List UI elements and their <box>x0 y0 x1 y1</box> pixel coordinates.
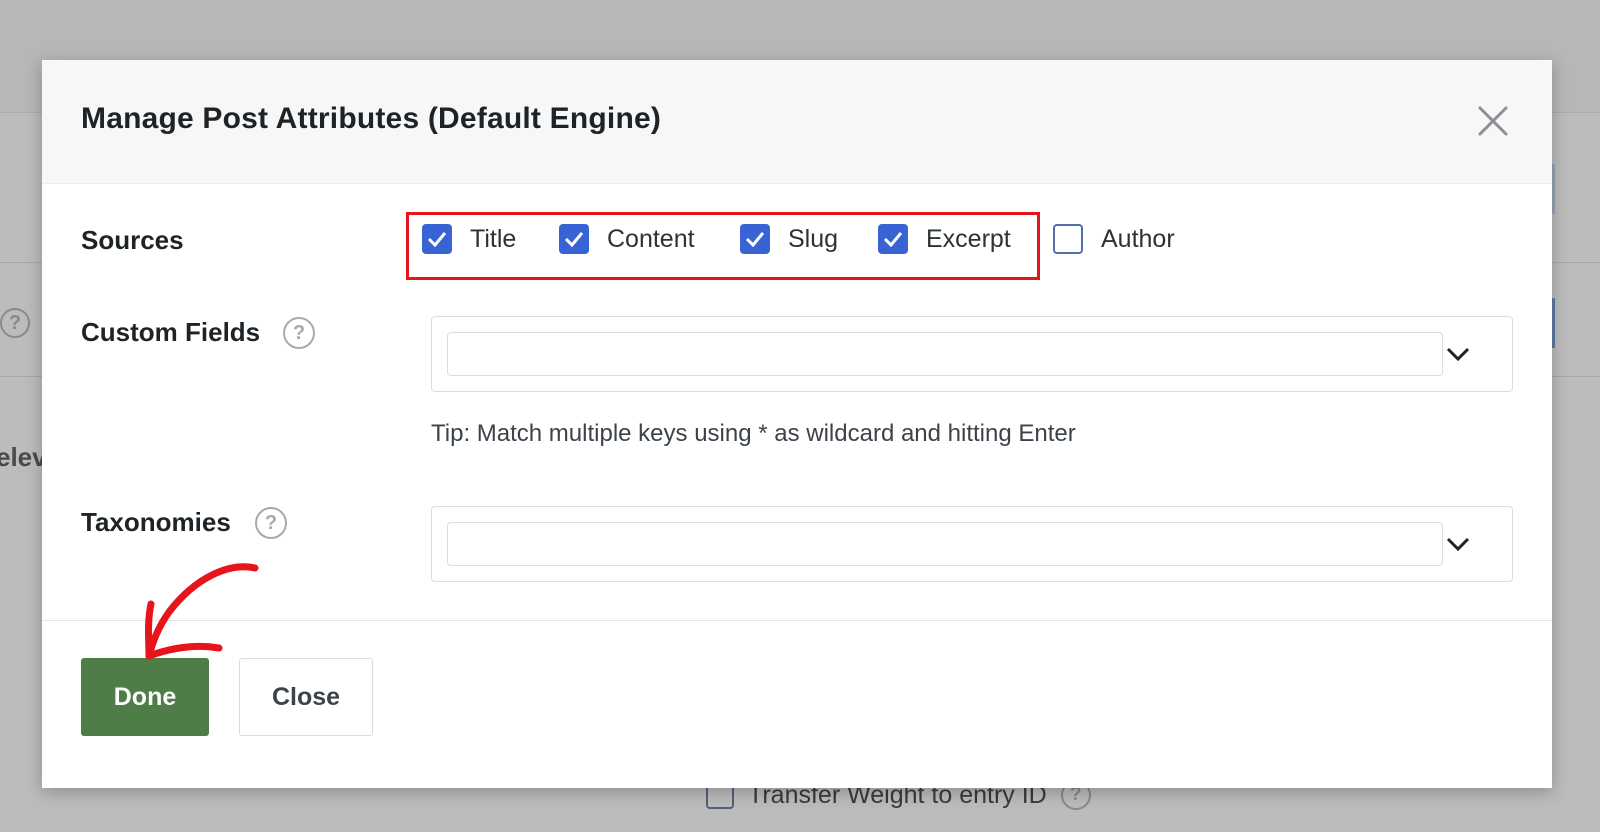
modal-title: Manage Post Attributes (Default Engine) <box>81 102 662 135</box>
custom-fields-select[interactable] <box>431 316 1513 392</box>
source-label-author: Author <box>1101 224 1175 253</box>
annotation-arrow-icon <box>145 563 259 660</box>
chevron-down-icon[interactable] <box>1442 343 1474 365</box>
footer-divider <box>42 620 1552 621</box>
checkbox-checked-icon[interactable] <box>740 224 770 254</box>
source-label-excerpt: Excerpt <box>926 224 1011 253</box>
checkbox-unchecked-icon[interactable] <box>1053 224 1083 254</box>
source-label-title: Title <box>470 224 517 253</box>
source-checkbox-title[interactable]: Title <box>422 224 516 254</box>
custom-fields-tip: Tip: Match multiple keys using * as wild… <box>431 420 1076 447</box>
source-checkbox-slug[interactable]: Slug <box>740 224 838 254</box>
close-icon[interactable] <box>1476 104 1510 138</box>
chevron-down-icon[interactable] <box>1442 533 1474 555</box>
checkbox-checked-icon[interactable] <box>422 224 452 254</box>
checkbox-checked-icon[interactable] <box>559 224 589 254</box>
checkbox-checked-icon[interactable] <box>878 224 908 254</box>
background-partial-text: elev <box>0 442 47 472</box>
source-checkbox-author[interactable]: Author <box>1053 224 1175 254</box>
taxonomies-select[interactable] <box>431 506 1513 582</box>
sources-label: Sources <box>81 225 184 255</box>
source-checkbox-content[interactable]: Content <box>559 224 695 254</box>
manage-post-attributes-modal: Manage Post Attributes (Default Engine) … <box>42 60 1552 788</box>
background-help-icon: ? <box>0 308 30 338</box>
custom-fields-help-icon[interactable]: ? <box>283 317 315 349</box>
custom-fields-label: Custom Fields <box>81 317 261 347</box>
taxonomies-label: Taxonomies <box>81 507 231 537</box>
source-label-slug: Slug <box>788 224 839 253</box>
source-checkbox-excerpt[interactable]: Excerpt <box>878 224 1011 254</box>
modal-header: Manage Post Attributes (Default Engine) <box>42 60 1552 184</box>
taxonomies-help-icon[interactable]: ? <box>255 507 287 539</box>
custom-fields-input[interactable] <box>447 332 1443 376</box>
source-label-content: Content <box>607 224 695 253</box>
taxonomies-input[interactable] <box>447 522 1443 566</box>
